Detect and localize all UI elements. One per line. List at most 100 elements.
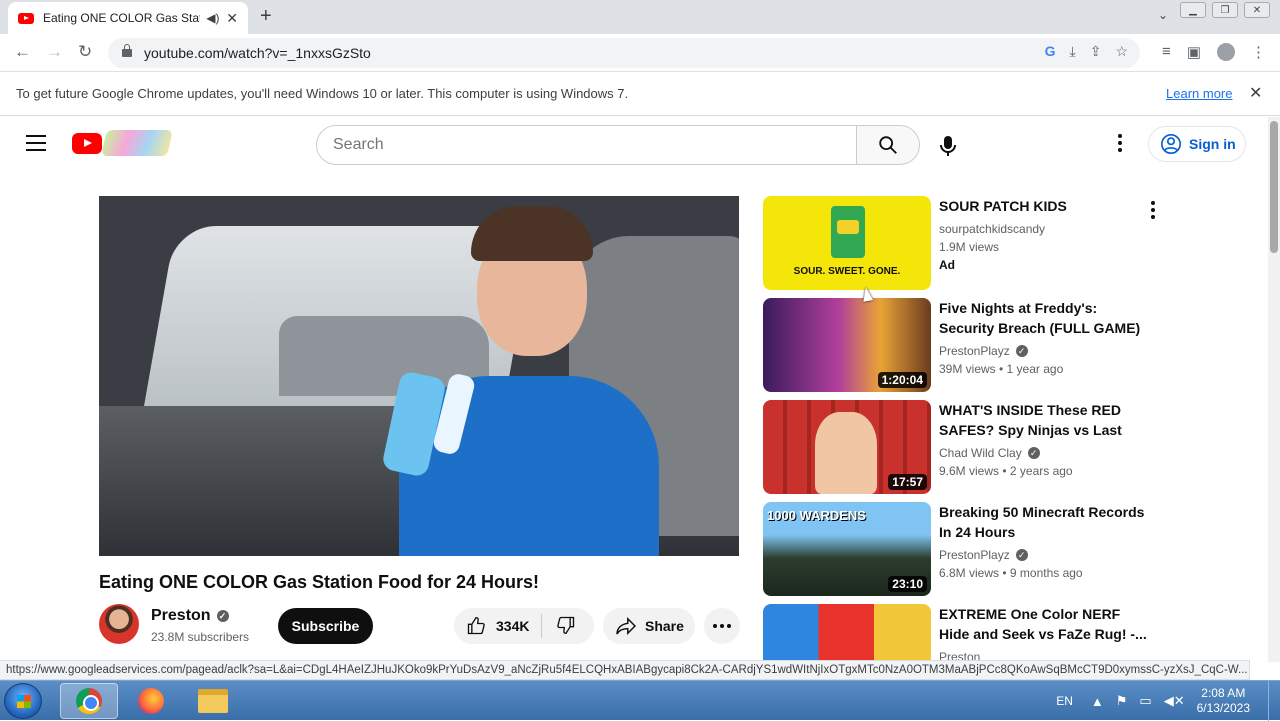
action-center-flag-icon[interactable]: ⚑ [1116, 693, 1128, 709]
microphone-icon [940, 136, 956, 156]
recommendation-channel[interactable]: PrestonPlayz ✓ [939, 344, 1028, 358]
recommendation-title[interactable]: Five Nights at Freddy's: Security Breach… [939, 298, 1149, 338]
recommendation-channel[interactable]: Chad Wild Clay ✓ [939, 446, 1040, 460]
lock-icon[interactable] [122, 44, 132, 57]
speaker-icon[interactable]: ◀) [206, 11, 220, 25]
windows-taskbar: EN ▲ ⚑ ▭ ◀✕ 2:08 AM 6/13/2023 [0, 680, 1280, 721]
start-button[interactable] [4, 683, 42, 719]
link-status-bar: https://www.googleadservices.com/pagead/… [0, 660, 1250, 680]
taskbar-chrome[interactable] [60, 683, 118, 719]
language-indicator[interactable]: EN [1056, 694, 1073, 708]
thumbnail-text: 1000 WARDENS [767, 508, 866, 523]
more-actions-button[interactable] [704, 608, 740, 644]
channel-avatar[interactable] [99, 604, 139, 644]
url-text[interactable]: youtube.com/watch?v=_1nxxsGzSto [144, 45, 371, 61]
back-icon[interactable]: ← [14, 42, 31, 62]
video-thumbnail[interactable]: SOUR. SWEET. GONE. [763, 196, 931, 290]
verified-icon: ✓ [1015, 345, 1028, 357]
share-arrow-icon [616, 617, 637, 635]
thumbs-up-icon [467, 616, 485, 635]
network-icon[interactable]: ▭ [1139, 693, 1151, 709]
dislike-button[interactable] [542, 615, 576, 638]
close-tab-icon[interactable]: ✕ [226, 10, 238, 27]
video-player[interactable] [99, 196, 739, 556]
video-frame-person-hair [471, 206, 593, 261]
browser-tab[interactable]: Eating ONE COLOR Gas Station Food for 24… [8, 2, 248, 34]
tab-search-chevron-icon[interactable]: ⌄ [1158, 8, 1168, 22]
chrome-menu-icon[interactable]: ⋮ [1251, 43, 1266, 61]
recommendation-title[interactable]: Breaking 50 Minecraft Records In 24 Hour… [939, 502, 1149, 542]
recommendation-item[interactable]: SOUR. SWEET. GONE. SOUR PATCH KIDS sourp… [763, 196, 1163, 290]
reload-icon[interactable]: ↻ [78, 42, 92, 62]
sign-in-label: Sign in [1189, 136, 1236, 152]
channel-label[interactable]: Preston [939, 650, 980, 660]
recommendation-channel[interactable]: Preston [939, 650, 980, 660]
share-button[interactable]: Share [603, 608, 695, 644]
address-bar[interactable]: youtube.com/watch?v=_1nxxsGzSto G ⤓ ⇪ ☆ [108, 38, 1140, 68]
scrollbar-thumb[interactable] [1270, 121, 1278, 253]
taskbar-firefox[interactable] [122, 683, 180, 719]
omnibox-icons: G ⤓ ⇪ ☆ [1045, 43, 1128, 60]
media-control-icon[interactable]: ≡ [1162, 43, 1171, 61]
recommendation-channel[interactable]: PrestonPlayz ✓ [939, 548, 1028, 562]
youtube-doodle[interactable] [101, 130, 173, 156]
like-button[interactable]: 334K [454, 614, 542, 638]
forward-icon[interactable]: → [46, 42, 63, 62]
search-button[interactable] [856, 125, 920, 165]
subscribe-button[interactable]: Subscribe [278, 608, 373, 644]
recommendation-title[interactable]: SOUR PATCH KIDS [939, 196, 1149, 216]
google-translate-icon[interactable]: G [1045, 43, 1056, 60]
duration-badge: 17:57 [888, 474, 927, 490]
learn-more-link[interactable]: Learn more [1166, 86, 1232, 101]
window-controls: ▁ ❐ ✕ [1180, 2, 1270, 18]
show-hidden-icons-icon[interactable]: ▲ [1091, 694, 1104, 709]
channel-name-row[interactable]: Preston ✓ [151, 607, 229, 625]
show-desktop-button[interactable] [1268, 681, 1280, 721]
video-thumbnail[interactable]: 1000 WARDENS 23:10 [763, 502, 931, 596]
video-thumbnail[interactable]: 1:20:04 [763, 298, 931, 392]
channel-label[interactable]: sourpatchkidscandy [939, 222, 1045, 236]
channel-name[interactable]: Preston [151, 607, 211, 625]
recommendation-title[interactable]: EXTREME One Color NERF Hide and Seek vs … [939, 604, 1149, 644]
volume-muted-icon[interactable]: ◀✕ [1164, 693, 1185, 709]
thumbnail-text: SOUR. SWEET. GONE. [793, 266, 901, 277]
recommendation-title[interactable]: WHAT'S INSIDE These RED SAFES? Spy Ninja… [939, 400, 1149, 440]
recommendation-more-icon[interactable] [1151, 201, 1155, 222]
search-input[interactable] [333, 136, 856, 154]
thumbs-down-icon [557, 616, 575, 634]
recommendation-item[interactable]: 17:57 WHAT'S INSIDE These RED SAFES? Spy… [763, 400, 1163, 494]
voice-search-button[interactable] [938, 135, 958, 162]
video-thumbnail[interactable]: 17:57 [763, 400, 931, 494]
youtube-header: Sign in [0, 117, 1268, 171]
minimize-button[interactable]: ▁ [1180, 2, 1206, 18]
new-tab-button[interactable]: + [260, 5, 272, 28]
verified-icon: ✓ [1027, 447, 1040, 459]
search-icon [879, 136, 897, 154]
recommendation-channel[interactable]: sourpatchkidscandy [939, 222, 1045, 236]
clock[interactable]: 2:08 AM 6/13/2023 [1197, 686, 1250, 716]
channel-label[interactable]: Chad Wild Clay [939, 446, 1022, 460]
infobar-message: To get future Google Chrome updates, you… [16, 86, 629, 101]
menu-hamburger-icon[interactable] [26, 135, 46, 156]
share-page-icon[interactable]: ⇪ [1090, 43, 1102, 60]
side-panel-icon[interactable]: ▣ [1187, 43, 1201, 61]
close-window-button[interactable]: ✕ [1244, 2, 1270, 18]
channel-label[interactable]: PrestonPlayz [939, 344, 1010, 358]
settings-menu-icon[interactable] [1118, 134, 1122, 155]
youtube-logo-icon[interactable] [72, 133, 102, 154]
recommendation-item[interactable]: 1000 WARDENS 23:10 Breaking 50 Minecraft… [763, 502, 1163, 596]
recommendation-item[interactable]: EXTREME One Color NERF Hide and Seek vs … [763, 604, 1163, 660]
install-app-icon[interactable]: ⤓ [1070, 43, 1076, 60]
channel-label[interactable]: PrestonPlayz [939, 548, 1010, 562]
close-infobar-icon[interactable]: ✕ [1249, 83, 1262, 103]
page-scrollbar[interactable] [1268, 117, 1280, 662]
bookmark-star-icon[interactable]: ☆ [1115, 43, 1128, 60]
recommendation-item[interactable]: 1:20:04 Five Nights at Freddy's: Securit… [763, 298, 1163, 392]
sign-in-button[interactable]: Sign in [1148, 126, 1246, 162]
maximize-button[interactable]: ❐ [1212, 2, 1238, 18]
taskbar-explorer[interactable] [184, 683, 242, 719]
video-thumbnail[interactable] [763, 604, 931, 660]
youtube-favicon-icon [18, 12, 34, 24]
profile-avatar-icon[interactable] [1217, 43, 1235, 61]
search-box[interactable] [316, 125, 857, 165]
